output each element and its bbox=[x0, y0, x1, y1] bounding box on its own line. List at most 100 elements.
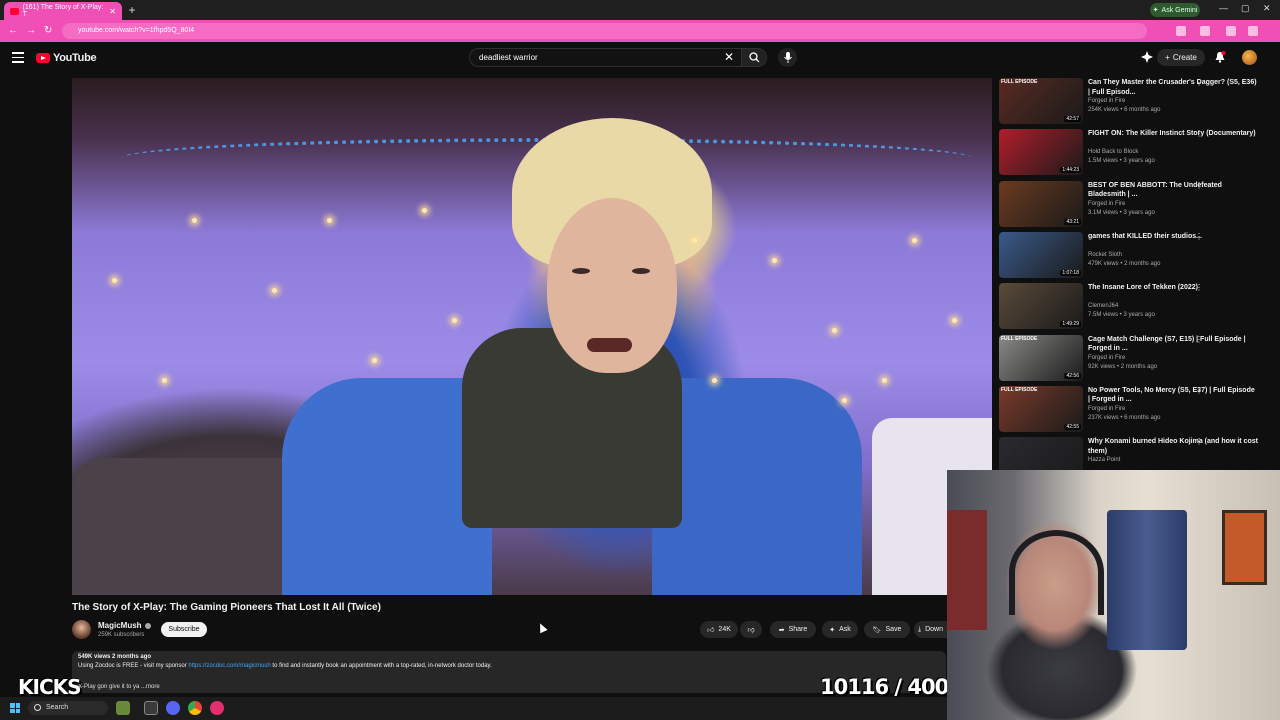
window-close-icon[interactable]: ✕ bbox=[1263, 3, 1271, 14]
recommendation-thumbnail[interactable]: FULL EPISODE 42:57 bbox=[999, 78, 1083, 124]
recommendation-thumbnail[interactable]: 43:21 bbox=[999, 180, 1083, 227]
description-more[interactable]: X-Play gon give it to ya ...more bbox=[78, 684, 160, 690]
more-options-icon[interactable]: ⋮ bbox=[1195, 437, 1203, 446]
profile-icon[interactable] bbox=[1248, 26, 1258, 36]
recommendation-thumbnail[interactable]: 1:49:29 bbox=[999, 283, 1083, 330]
episode-badge: FULL EPISODE bbox=[1001, 386, 1038, 393]
more-options-icon[interactable]: ⋮ bbox=[1195, 232, 1203, 241]
recommendation-title[interactable]: BEST OF BEN ABBOTT: The Undefeated Blade… bbox=[1088, 181, 1258, 200]
tab-title: (161) The Story of X-Play: T bbox=[22, 4, 104, 18]
save-button[interactable]: 🔖︎ Save bbox=[864, 621, 910, 638]
tab-close-icon[interactable]: ✕ bbox=[109, 7, 116, 16]
recommendation-title[interactable]: No Power Tools, No Mercy (S5, E37) | Ful… bbox=[1088, 386, 1258, 405]
extension-icon[interactable] bbox=[1200, 26, 1210, 36]
forward-icon[interactable]: → bbox=[26, 25, 36, 36]
recommendation-title[interactable]: The Insane Lore of Tekken (2022) bbox=[1088, 283, 1258, 293]
extension-icon[interactable] bbox=[1226, 26, 1236, 36]
recommendation-item[interactable]: FULL EPISODE 42:55 No Power Tools, No Merc… bbox=[999, 385, 1264, 434]
plus-icon: + bbox=[1165, 53, 1170, 62]
recommendation-title[interactable]: games that KILLED their studios... bbox=[1088, 232, 1258, 242]
recommendation-meta: 3.1M views • 3 years ago bbox=[1088, 209, 1155, 216]
creator-studio-icon[interactable] bbox=[1141, 51, 1153, 63]
recommendation-title[interactable]: Cage Match Challenge (S7, E15) | Full Ep… bbox=[1088, 335, 1258, 354]
channel-avatar[interactable] bbox=[72, 620, 91, 639]
download-label: Down bbox=[925, 626, 943, 633]
like-button[interactable]: 👍︎ 24K bbox=[700, 621, 738, 638]
recommendation-channel[interactable]: ClemenJ64 bbox=[1088, 303, 1118, 309]
string-light bbox=[452, 318, 457, 323]
recommendation-item[interactable]: FULL EPISODE 42:56 Cage Match Challenge (S… bbox=[999, 334, 1264, 383]
search-input[interactable]: deadliest warrior bbox=[469, 48, 741, 67]
youtube-logo[interactable]: YouTube bbox=[36, 52, 97, 64]
address-bar[interactable]: youtube.com/watch?v=1fhpd5Q_80I4 bbox=[62, 23, 1147, 39]
browser-tab[interactable]: (161) The Story of X-Play: T ✕ bbox=[4, 2, 122, 20]
extension-icon[interactable] bbox=[1176, 26, 1186, 36]
recommendation-title[interactable]: Why Konami burned Hideo Kojima (and how … bbox=[1088, 437, 1258, 456]
reload-icon[interactable]: ↻ bbox=[44, 25, 52, 36]
search-button[interactable] bbox=[741, 48, 767, 67]
ask-gemini-button[interactable]: ✦ Ask Gemini bbox=[1150, 3, 1200, 17]
description-box[interactable] bbox=[72, 651, 946, 693]
share-button[interactable]: ➦ Share bbox=[770, 621, 816, 638]
dislike-button[interactable]: 👎︎ bbox=[740, 621, 762, 638]
menu-icon[interactable] bbox=[12, 52, 24, 63]
recommendation-channel[interactable]: Forged in Fire bbox=[1088, 201, 1125, 207]
recommendation-item[interactable]: 1:49:29 The Insane Lore of Tekken (2022) C… bbox=[999, 283, 1264, 331]
clear-search-icon[interactable]: ✕ bbox=[724, 50, 734, 64]
string-light bbox=[422, 208, 427, 213]
account-avatar[interactable] bbox=[1242, 50, 1257, 65]
recommendation-channel[interactable]: Hold Back to Block bbox=[1088, 149, 1138, 155]
windows-start-icon[interactable] bbox=[10, 703, 20, 713]
recommendation-item[interactable]: FULL EPISODE 42:57 Can They Master the Cru… bbox=[999, 78, 1264, 126]
recommendation-item[interactable]: 43:21 BEST OF BEN ABBOTT: The Undefeated … bbox=[999, 180, 1264, 229]
subscribe-button[interactable]: Subscribe bbox=[161, 622, 207, 637]
recommendation-channel[interactable]: Forged in Fire bbox=[1088, 406, 1125, 412]
recommendation-channel[interactable]: Forged in Fire bbox=[1088, 355, 1125, 361]
download-button[interactable]: ⤓ Down bbox=[914, 621, 947, 638]
description-sponsor-text: Using Zocdoc is FREE - visit my sponsor bbox=[78, 663, 189, 669]
recommendation-title[interactable]: FIGHT ON: The Killer Instinct Story (Doc… bbox=[1088, 129, 1258, 139]
recommendation-thumbnail[interactable]: FULL EPISODE 42:56 bbox=[999, 334, 1083, 381]
recommendation-thumbnail[interactable]: 1:07:18 bbox=[999, 231, 1083, 278]
description-sponsor-text-end: to find and instantly book an appointmen… bbox=[270, 663, 492, 669]
new-tab-icon[interactable]: + bbox=[126, 4, 138, 16]
recommendation-thumbnail[interactable]: FULL EPISODE 42:55 bbox=[999, 385, 1083, 432]
taskbar-app-icon[interactable] bbox=[116, 701, 130, 715]
recommendation-channel[interactable]: Forged in Fire bbox=[1088, 98, 1125, 104]
recommendation-item[interactable]: 1:44:23 FIGHT ON: The Killer Instinct Sto… bbox=[999, 129, 1264, 177]
ask-button[interactable]: ✦ Ask bbox=[822, 621, 858, 638]
recommendation-item[interactable]: 1:07:18 games that KILLED their studios..… bbox=[999, 231, 1264, 280]
minimize-icon[interactable]: — bbox=[1219, 3, 1228, 13]
video-frame-mouth bbox=[587, 338, 632, 352]
more-options-icon[interactable]: ⋮ bbox=[1195, 386, 1203, 395]
more-options-icon[interactable]: ⋮ bbox=[1195, 181, 1203, 190]
recommendation-title[interactable]: Can They Master the Crusader's Dagger? (… bbox=[1088, 78, 1258, 97]
sparkle-icon: ✦ bbox=[829, 626, 836, 634]
share-icon: ➦ bbox=[778, 626, 785, 634]
channel-name: MagicMush bbox=[98, 621, 142, 630]
file-explorer-icon[interactable] bbox=[144, 701, 158, 715]
taskbar-search[interactable]: Search bbox=[28, 701, 108, 715]
notifications-bell-icon[interactable] bbox=[1214, 51, 1226, 63]
recommendation-thumbnail[interactable]: 1:44:23 bbox=[999, 129, 1083, 176]
create-button[interactable]: + Create bbox=[1157, 49, 1205, 66]
sponsor-link[interactable]: https://zocdoc.com/magicmush bbox=[188, 663, 270, 669]
voice-search-button[interactable] bbox=[778, 48, 797, 67]
more-options-icon[interactable]: ⋮ bbox=[1195, 129, 1203, 138]
more-options-icon[interactable]: ⋮ bbox=[1195, 335, 1203, 344]
more-options-icon[interactable]: ⋮ bbox=[1195, 78, 1203, 87]
recommendation-channel[interactable]: Rocket Sloth bbox=[1088, 252, 1122, 258]
webcam-picture-frame bbox=[1222, 510, 1267, 585]
recommendation-channel[interactable]: Hazza Point bbox=[1088, 457, 1120, 463]
discord-icon[interactable] bbox=[166, 701, 180, 715]
string-light bbox=[162, 378, 167, 383]
webcam-poster bbox=[947, 510, 987, 630]
chrome-profile-icon[interactable] bbox=[210, 701, 224, 715]
maximize-icon[interactable]: ▢ bbox=[1241, 3, 1250, 14]
back-icon[interactable]: ← bbox=[8, 25, 18, 36]
video-frame-jacket bbox=[652, 378, 862, 595]
video-player[interactable] bbox=[72, 78, 992, 595]
channel-name-link[interactable]: MagicMush bbox=[98, 621, 151, 630]
more-options-icon[interactable]: ⋮ bbox=[1195, 283, 1203, 292]
chrome-icon[interactable] bbox=[188, 701, 202, 715]
